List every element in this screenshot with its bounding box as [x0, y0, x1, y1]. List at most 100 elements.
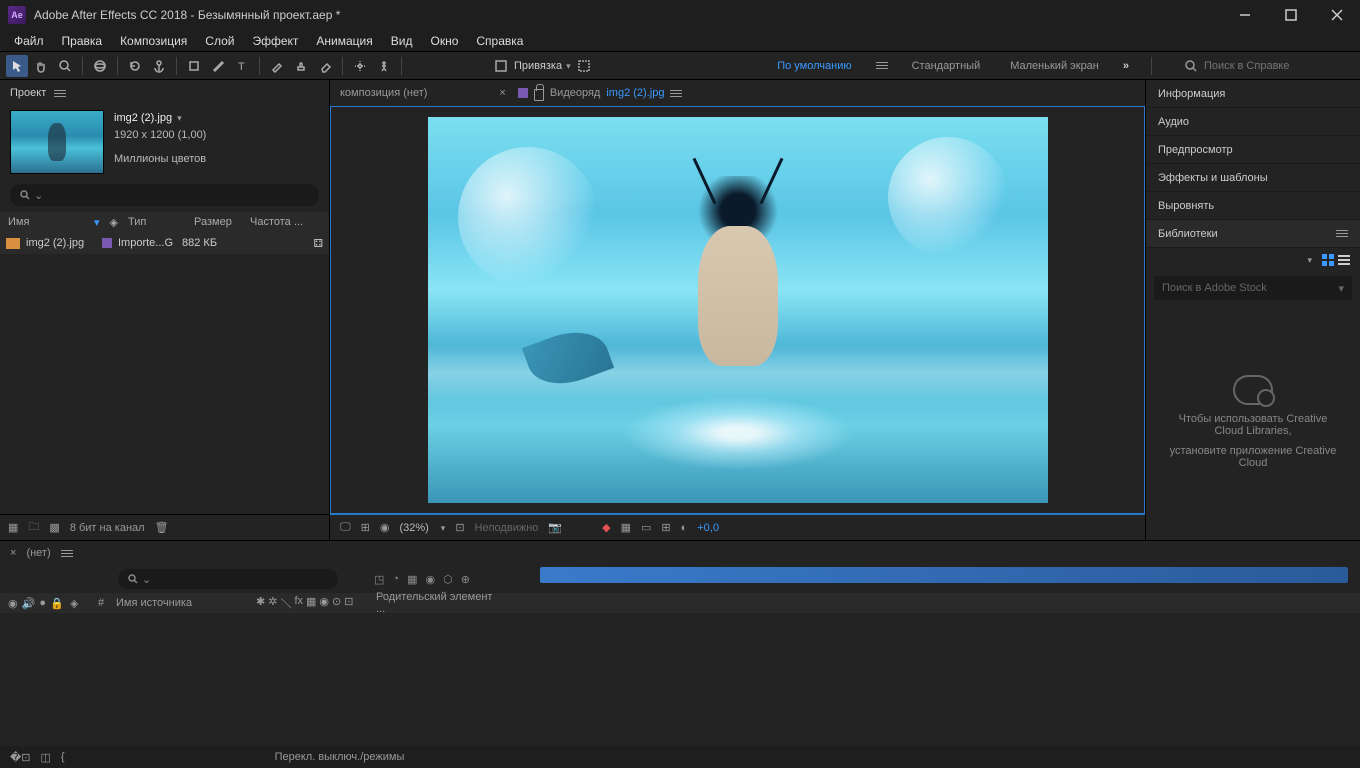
project-item-row[interactable]: img2 (2).jpg Importe...G 882 КБ ⚃ [0, 232, 329, 254]
grid-view-icon[interactable] [1322, 254, 1334, 266]
project-panel-title[interactable]: Проект [10, 87, 46, 99]
close-button[interactable] [1314, 0, 1360, 30]
rotate-tool-icon[interactable] [124, 55, 146, 77]
eraser-tool-icon[interactable] [314, 55, 336, 77]
zoom-tool-icon[interactable] [54, 55, 76, 77]
asset-thumbnail[interactable] [10, 110, 104, 174]
workspace-standard[interactable]: Стандартный [906, 56, 987, 76]
help-search-input[interactable] [1204, 60, 1334, 72]
workspace-default[interactable]: По умолчанию [771, 56, 857, 76]
zoom-level[interactable]: (32%) [399, 522, 428, 534]
workspace-small[interactable]: Маленький экран [1004, 56, 1105, 76]
viewer[interactable] [330, 106, 1145, 514]
col-size[interactable]: Размер [192, 216, 242, 228]
rect-tool-icon[interactable] [183, 55, 205, 77]
switches-icon[interactable]: ⊙ [332, 595, 341, 611]
graph-icon[interactable]: ⬡ [443, 573, 453, 586]
motion-blur-icon[interactable]: ◉ [425, 573, 435, 586]
footage-tab[interactable]: Видеоряд img2 (2).jpg [518, 85, 683, 101]
parent-col[interactable]: Родительский элемент ... [376, 591, 496, 615]
comp-mini-icon[interactable]: ◳ [374, 573, 384, 586]
channel-icon[interactable]: ◆ [602, 521, 610, 534]
brainstorm-icon[interactable]: ⊕ [461, 573, 470, 586]
puppet-tool-icon[interactable] [373, 55, 395, 77]
timeline-search[interactable]: ⌄ [118, 569, 338, 589]
panel-align[interactable]: Выровнять [1146, 192, 1360, 220]
hand-tool-icon[interactable] [30, 55, 52, 77]
timeline-workarea[interactable] [540, 567, 1348, 583]
label-col-icon[interactable]: ◈ [70, 597, 86, 610]
menu-composition[interactable]: Композиция [112, 32, 195, 50]
pen-tool-icon[interactable] [207, 55, 229, 77]
toggle-modes-icon[interactable]: ◫ [41, 751, 51, 764]
exposure-icon[interactable]: ◐ [681, 522, 688, 534]
region-icon[interactable]: ▭ [641, 521, 651, 534]
bpc-label[interactable]: 8 бит на канал [70, 522, 145, 534]
panel-libraries[interactable]: Библиотеки [1146, 220, 1360, 248]
shy-icon[interactable]: ◔ [392, 573, 399, 585]
footage-menu-icon[interactable] [670, 90, 682, 97]
anchor-tool-icon[interactable] [148, 55, 170, 77]
new-folder-icon[interactable]: 🗀 [28, 518, 39, 537]
menu-effect[interactable]: Эффект [244, 32, 306, 50]
menu-animation[interactable]: Анимация [308, 32, 380, 50]
library-select-dropdown[interactable] [1305, 254, 1312, 266]
list-view-icon[interactable] [1338, 255, 1350, 265]
source-col[interactable]: Имя источника [116, 597, 256, 609]
toggle-pane-icon[interactable]: { [61, 751, 65, 763]
workspace-overflow-icon[interactable]: » [1123, 60, 1129, 72]
timeline-layers[interactable] [0, 613, 1360, 746]
panel-preview[interactable]: Предпросмотр [1146, 136, 1360, 164]
orbit-tool-icon[interactable] [89, 55, 111, 77]
grid-icon[interactable]: ⊞ [361, 521, 370, 534]
selection-tool-icon[interactable] [6, 55, 28, 77]
libraries-menu-icon[interactable] [1336, 230, 1348, 237]
trash-icon[interactable]: 🗑 [155, 521, 169, 534]
workspace-menu-icon[interactable] [876, 62, 888, 69]
timeline-menu-icon[interactable] [61, 550, 73, 557]
panel-info[interactable]: Информация [1146, 80, 1360, 108]
project-panel-menu-icon[interactable] [54, 90, 66, 97]
switches-icon[interactable]: ＼ [280, 595, 291, 611]
index-col[interactable]: # [86, 597, 116, 609]
interpret-icon[interactable]: ▦ [8, 521, 18, 534]
switches-icon[interactable]: fx [294, 595, 303, 611]
switches-icon[interactable]: ⊡ [344, 595, 353, 611]
frame-blend-icon[interactable]: ▦ [407, 573, 417, 586]
menu-layer[interactable]: Слой [197, 32, 242, 50]
guides-icon[interactable]: ⊞ [661, 521, 670, 534]
switches-icon[interactable]: ▦ [306, 595, 316, 611]
menu-help[interactable]: Справка [468, 32, 531, 50]
eye-col-icon[interactable]: ◉ [8, 597, 18, 610]
mask-icon[interactable]: ◉ [380, 521, 390, 534]
panel-audio[interactable]: Аудио [1146, 108, 1360, 136]
snapshot-icon[interactable]: 📷 [548, 521, 562, 534]
menu-window[interactable]: Окно [422, 32, 466, 50]
zoom-dropdown-icon[interactable] [439, 522, 446, 534]
timeline-tab-none[interactable]: (нет) [26, 547, 50, 559]
new-comp-icon[interactable]: ▩ [49, 521, 59, 534]
transparency-icon[interactable]: ▦ [621, 521, 631, 534]
switches-icon[interactable]: ✲ [268, 595, 277, 611]
brush-tool-icon[interactable] [266, 55, 288, 77]
lock-col-icon[interactable]: 🔒 [50, 597, 64, 610]
panel-effects[interactable]: Эффекты и шаблоны [1146, 164, 1360, 192]
switches-icon[interactable]: ◉ [319, 595, 329, 611]
timeline-close-icon[interactable]: × [10, 547, 16, 559]
tag-icon[interactable]: ◈ [108, 216, 120, 229]
stock-search[interactable]: Поиск в Adobe Stock▾ [1154, 276, 1352, 300]
res-icon[interactable]: ⊡ [455, 521, 464, 534]
menu-file[interactable]: Файл [6, 32, 52, 50]
menu-view[interactable]: Вид [383, 32, 421, 50]
toggle-switches-icon[interactable]: �⊡ [10, 751, 31, 764]
sort-icon[interactable]: ▾ [92, 216, 102, 229]
help-search[interactable] [1174, 59, 1354, 73]
audio-col-icon[interactable]: 🔊 [22, 597, 36, 610]
text-tool-icon[interactable]: T [231, 55, 253, 77]
rotobrush-tool-icon[interactable] [349, 55, 371, 77]
menu-edit[interactable]: Правка [54, 32, 111, 50]
toggle-label[interactable]: Перекл. выключ./режимы [275, 751, 405, 763]
flowchart-icon[interactable]: ⚃ [313, 237, 323, 250]
switches-icon[interactable]: ✱ [256, 595, 265, 611]
monitor-icon[interactable]: 🖵 [340, 521, 351, 534]
